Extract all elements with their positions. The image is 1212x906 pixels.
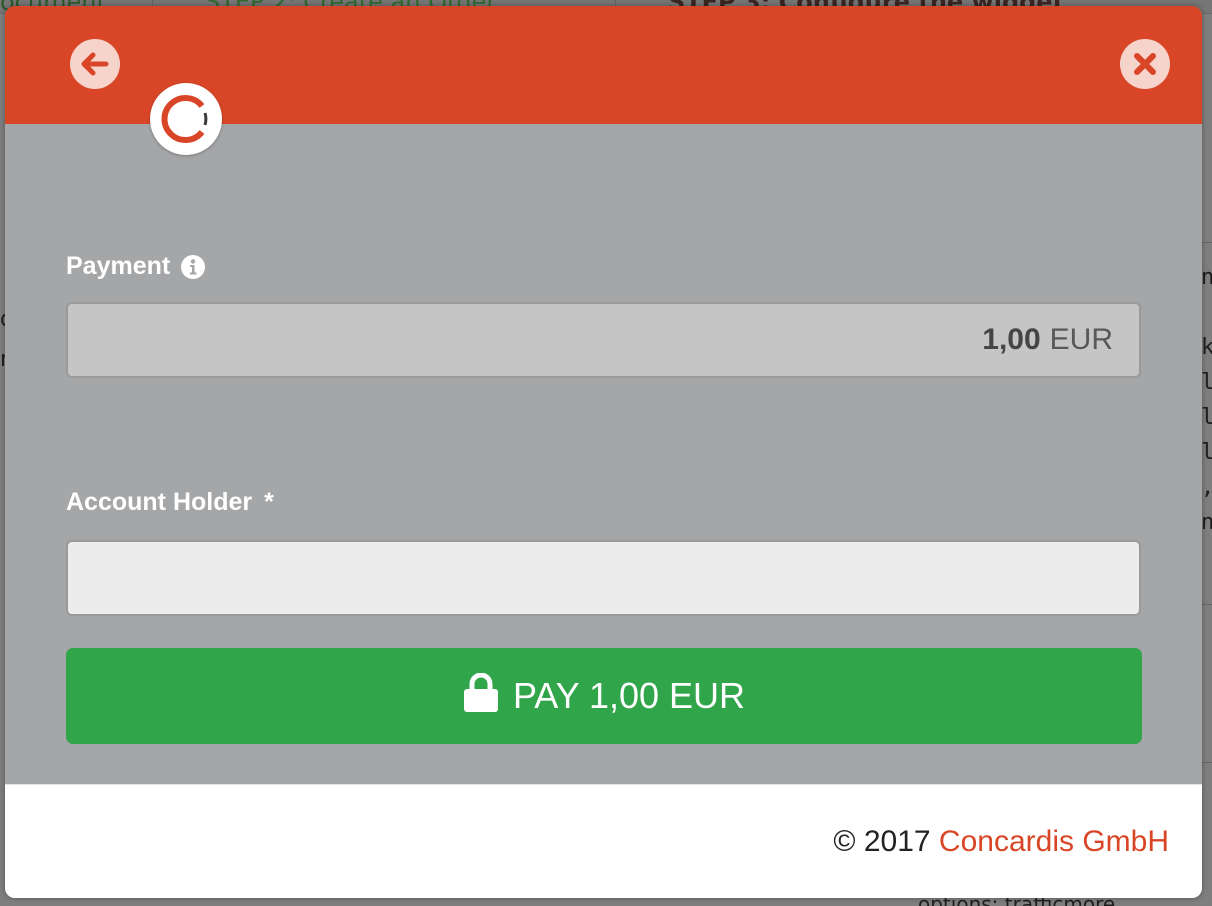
modal-footer: © 2017 Concardis GmbH (5, 784, 1202, 898)
background-divider (1202, 604, 1212, 605)
background-right-text: n k l l l , n (1201, 265, 1212, 535)
amount-currency: EUR (1049, 323, 1113, 356)
payment-amount-field: 1,00 EUR (66, 302, 1141, 378)
payment-modal: Payment 1,00 EUR Account Holder * PAY 1,… (5, 6, 1202, 898)
close-x-icon (1133, 52, 1157, 76)
payment-label: Payment (66, 252, 206, 281)
pay-button-label: PAY 1,00 EUR (512, 675, 746, 716)
company-link[interactable]: Concardis GmbH (939, 825, 1169, 858)
lock-icon (463, 673, 499, 713)
info-icon[interactable] (180, 254, 206, 280)
back-button[interactable] (70, 39, 120, 89)
arrow-left-icon (81, 52, 109, 76)
pay-button[interactable]: PAY 1,00 EUR (66, 648, 1142, 744)
background-divider (1202, 762, 1212, 763)
footer-copyright: © 2017 Concardis GmbH (833, 825, 1169, 858)
account-holder-label: Account Holder * (66, 488, 274, 516)
account-holder-input[interactable] (66, 540, 1141, 616)
close-button[interactable] (1120, 39, 1170, 89)
amount-value: 1,00 (982, 323, 1041, 356)
background-divider (1202, 242, 1212, 243)
concardis-logo (150, 83, 222, 155)
required-marker: * (264, 488, 274, 516)
